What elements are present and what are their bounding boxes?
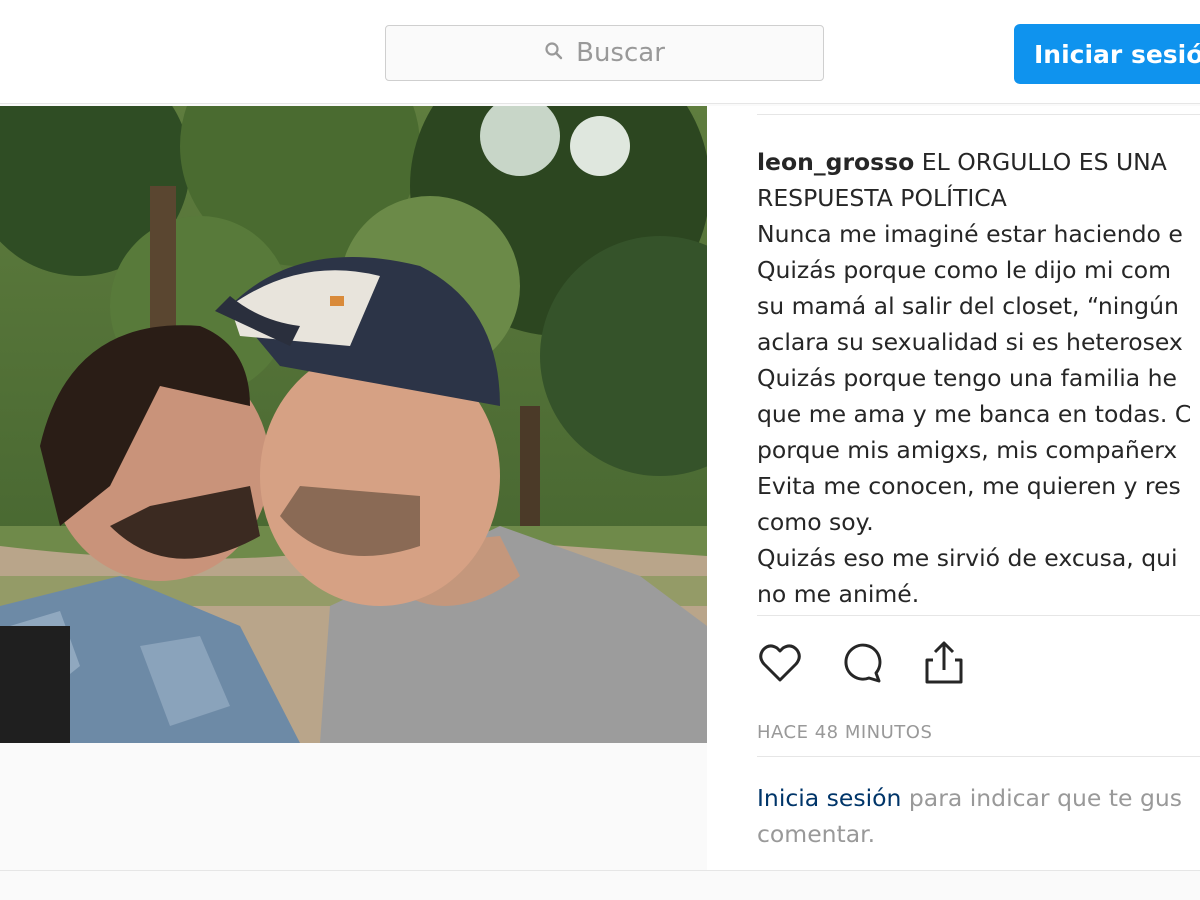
login-link[interactable]: Inicia sesión bbox=[757, 784, 901, 812]
post-actions bbox=[755, 638, 969, 688]
caption-line: no me animé. bbox=[757, 580, 920, 608]
login-divider bbox=[757, 756, 1200, 757]
search-icon bbox=[544, 38, 564, 68]
post-timestamp: HACE 48 MINUTOS bbox=[757, 722, 933, 743]
actions-divider bbox=[757, 615, 1200, 616]
panel-divider-top bbox=[757, 114, 1200, 115]
caption-line: Nunca me imaginé estar haciendo e bbox=[757, 220, 1183, 248]
caption-line: Quizás eso me sirvió de excusa, qui bbox=[757, 544, 1178, 572]
caption-line: que me ama y me banca en todas. C bbox=[757, 400, 1192, 428]
caption-line: su mamá al salir del closet, “ningún bbox=[757, 292, 1179, 320]
caption-line: porque mis amigxs, mis compañerx bbox=[757, 436, 1178, 464]
caption-line: RESPUESTA POLÍTICA bbox=[757, 184, 1007, 212]
caption-line: EL ORGULLO ES UNA bbox=[921, 148, 1167, 176]
login-button[interactable]: Iniciar sesión bbox=[1014, 24, 1200, 84]
caption-line: Evita me conocen, me quieren y res bbox=[757, 472, 1181, 500]
caption-line: Quizás porque tengo una familia he bbox=[757, 364, 1178, 392]
caption-line: como soy. bbox=[757, 508, 874, 536]
caption-line: Quizás porque como le dijo mi com bbox=[757, 256, 1172, 284]
post-photo[interactable] bbox=[0, 106, 707, 743]
post-caption: leon_grosso EL ORGULLO ES UNA RESPUESTA … bbox=[757, 144, 1200, 612]
login-prompt-text: para indicar que te gus bbox=[901, 784, 1182, 812]
page-bottom-divider bbox=[0, 870, 1200, 871]
login-prompt-text-2: comentar. bbox=[757, 820, 876, 848]
heart-icon[interactable] bbox=[755, 638, 805, 688]
share-icon[interactable] bbox=[919, 638, 969, 688]
search-input[interactable]: Buscar bbox=[385, 25, 824, 81]
post-username[interactable]: leon_grosso bbox=[757, 148, 914, 176]
post-detail-panel: leon_grosso EL ORGULLO ES UNA RESPUESTA … bbox=[707, 106, 1200, 870]
search-placeholder: Buscar bbox=[576, 38, 665, 68]
login-prompt: Inicia sesión para indicar que te gus co… bbox=[757, 780, 1200, 852]
photo-two-men-kissing-in-park bbox=[0, 106, 707, 743]
comment-icon[interactable] bbox=[837, 638, 887, 688]
top-navigation-bar: Buscar Iniciar sesión bbox=[0, 0, 1200, 104]
caption-line: aclara su sexualidad si es heterosex bbox=[757, 328, 1183, 356]
